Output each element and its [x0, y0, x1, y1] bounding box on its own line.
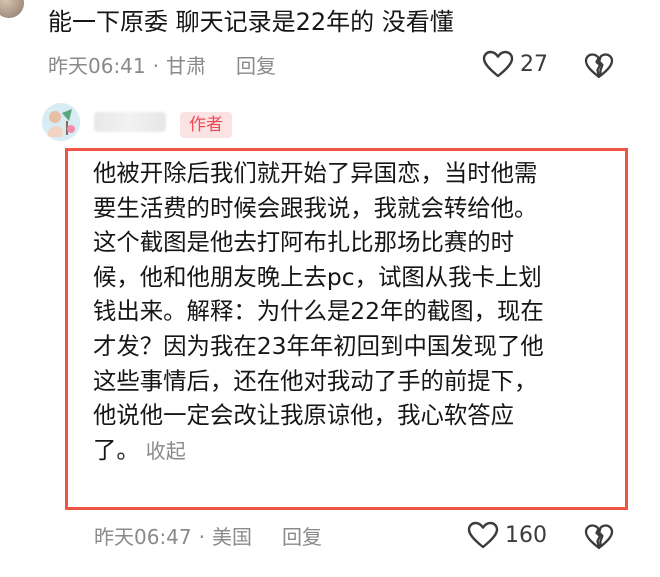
commenter-avatar[interactable] — [0, 0, 24, 18]
like-count: 27 — [520, 51, 548, 77]
dislike-button[interactable] — [584, 523, 614, 550]
heart-outline-icon — [482, 50, 514, 78]
like-button[interactable]: 27 — [482, 50, 548, 78]
reply-text-line: 候，他和他朋友晚上去pc，试图从我卡上划 — [93, 262, 542, 291]
reply-meta: 昨天06:47 · 美国 回复 — [94, 523, 322, 551]
dislike-button[interactable] — [584, 52, 614, 79]
reply-text-line: 钱出来。解释：为什么是22年的截图，现在 — [93, 297, 544, 326]
author-badge: 作者 — [180, 112, 232, 138]
author-name-redacted[interactable] — [94, 112, 166, 132]
reply-text-line: 他说他一定会改让我原谅他，我心软答应 — [93, 401, 515, 430]
reply-button[interactable]: 回复 — [282, 525, 322, 549]
reply-text-line: 要生活费的时候会跟我说，我就会转给他。 — [93, 193, 538, 222]
reply-text-line: 才发？因为我在23年年初回到中国发现了他 — [93, 331, 544, 360]
reply-text-last-line: 了。 收起 — [93, 433, 625, 469]
heart-outline-icon — [467, 521, 499, 549]
reply-text: 他被开除后我们就开始了异国恋，当时他需 要生活费的时候会跟我说，我就会转给他。 … — [93, 156, 625, 468]
like-button[interactable]: 160 — [467, 521, 547, 549]
reply-text-line: 了。 — [93, 435, 140, 464]
broken-heart-icon — [584, 52, 614, 79]
reply-location: 美国 — [212, 525, 252, 549]
comment-meta: 昨天06:41 · 甘肃 回复 — [48, 52, 276, 80]
reply-text-line: 他被开除后我们就开始了异国恋，当时他需 — [93, 159, 538, 187]
reply-text-line: 这些事情后，还在他对我动了手的前提下， — [93, 366, 538, 395]
comment-time: 昨天06:41 — [48, 54, 146, 78]
reply-button[interactable]: 回复 — [236, 54, 276, 78]
meta-separator: · — [198, 525, 205, 549]
author-avatar[interactable] — [42, 103, 80, 141]
like-count: 160 — [505, 522, 547, 548]
collapse-button[interactable]: 收起 — [146, 439, 186, 463]
comment-location: 甘肃 — [166, 54, 206, 78]
broken-heart-icon — [584, 523, 614, 550]
meta-separator: · — [152, 54, 159, 78]
reply-time: 昨天06:47 — [94, 525, 192, 549]
comment-text: 能一下原委 聊天记录是22年的 没看懂 — [48, 8, 454, 36]
reply-text-line: 这个截图是他去打阿布扎比那场比赛的时 — [93, 228, 515, 257]
